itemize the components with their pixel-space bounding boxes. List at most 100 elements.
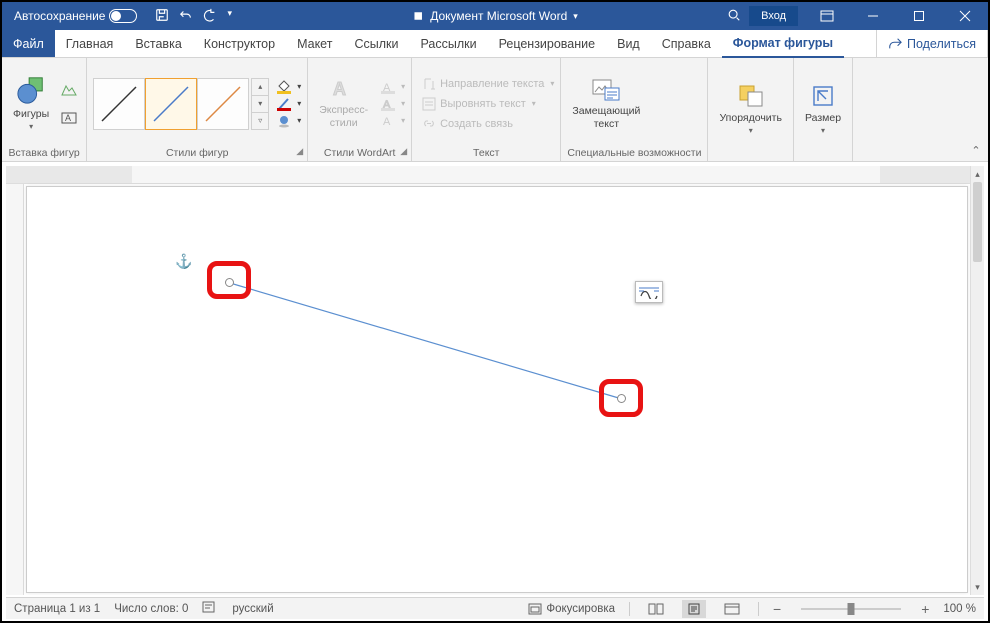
- chevron-down-icon: ▾: [749, 126, 753, 136]
- dialog-launcher-icon[interactable]: ◢: [400, 146, 407, 157]
- collapse-ribbon-icon[interactable]: ⌃: [964, 58, 988, 161]
- statusbar: Страница 1 из 1 Число слов: 0 русский Фо…: [6, 597, 984, 619]
- style-orange-line[interactable]: [197, 78, 249, 130]
- highlight-marker: [599, 379, 643, 417]
- shapes-icon: [16, 75, 46, 105]
- line-shape[interactable]: [222, 275, 632, 405]
- search-icon[interactable]: [727, 8, 741, 25]
- arrange-button[interactable]: Упорядочить ▾: [714, 81, 786, 137]
- close-icon[interactable]: [942, 2, 988, 30]
- ruler-vertical[interactable]: [6, 184, 24, 595]
- tab-view[interactable]: Вид: [606, 30, 651, 57]
- layout-options-button[interactable]: [635, 281, 663, 303]
- tab-file[interactable]: Файл: [2, 30, 55, 57]
- fill-icon: [277, 80, 291, 94]
- zoom-out-button[interactable]: −: [773, 601, 781, 617]
- dialog-launcher-icon[interactable]: ◢: [296, 146, 303, 157]
- page[interactable]: ⚓: [26, 186, 968, 593]
- autosave-label: Автосохранение: [14, 9, 105, 23]
- tab-help[interactable]: Справка: [651, 30, 722, 57]
- group-accessibility: Замещающий текст Специальные возможности: [561, 58, 708, 161]
- edit-shape-icon[interactable]: [58, 79, 80, 101]
- align-text-icon: [422, 97, 436, 111]
- scroll-down-icon[interactable]: ▾: [971, 579, 984, 595]
- qat-more-icon[interactable]: ▾: [227, 8, 232, 25]
- minimize-icon[interactable]: [850, 2, 896, 30]
- print-layout-icon[interactable]: [682, 600, 706, 618]
- group-label: Вставка фигур: [8, 145, 80, 159]
- group-label: Стили WordArt: [324, 147, 395, 159]
- style-blue-line[interactable]: [145, 78, 197, 130]
- create-link-button: Создать связь: [422, 117, 554, 131]
- outline-icon: [277, 97, 291, 111]
- word-doc-icon: [412, 10, 424, 22]
- tab-references[interactable]: Ссылки: [343, 30, 409, 57]
- gallery-scroll[interactable]: ▴▾▿: [251, 78, 269, 130]
- group-label: [800, 157, 846, 159]
- page-indicator[interactable]: Страница 1 из 1: [14, 603, 100, 615]
- maximize-icon[interactable]: [896, 2, 942, 30]
- tab-insert[interactable]: Вставка: [124, 30, 192, 57]
- tab-mailings[interactable]: Рассылки: [409, 30, 487, 57]
- redo-icon[interactable]: [203, 8, 217, 25]
- spellcheck-icon[interactable]: [202, 600, 218, 617]
- text-direction-icon: [422, 77, 436, 91]
- group-wordart: A Экспресс- стили A▾ A▾ A▾ Стили WordArt…: [308, 58, 412, 161]
- language-indicator[interactable]: русский: [232, 603, 273, 615]
- group-label: [714, 157, 786, 159]
- ribbon-display-icon[interactable]: [804, 2, 850, 30]
- tab-layout[interactable]: Макет: [286, 30, 343, 57]
- size-button[interactable]: Размер ▾: [800, 81, 846, 137]
- switch-off-icon: [109, 9, 137, 23]
- autosave-toggle[interactable]: Автосохранение: [14, 9, 137, 23]
- style-black-line[interactable]: [93, 78, 145, 130]
- ribbon-tabs: Файл Главная Вставка Конструктор Макет С…: [2, 30, 988, 58]
- tab-design[interactable]: Конструктор: [193, 30, 286, 57]
- zoom-in-button[interactable]: +: [921, 601, 929, 617]
- arrange-icon: [737, 83, 765, 109]
- group-size: Размер ▾: [794, 58, 853, 161]
- share-button[interactable]: Поделиться: [876, 30, 988, 57]
- group-insert-shapes: Фигуры ▾ A Вставка фигур: [2, 58, 87, 161]
- share-icon: [888, 37, 902, 51]
- shape-effects-button[interactable]: ▾: [277, 114, 301, 128]
- focus-mode-button[interactable]: Фокусировка: [528, 603, 615, 615]
- read-mode-icon[interactable]: [644, 600, 668, 618]
- save-icon[interactable]: [155, 8, 169, 25]
- zoom-level[interactable]: 100 %: [943, 603, 976, 615]
- link-icon: [422, 117, 436, 131]
- web-layout-icon[interactable]: [720, 600, 744, 618]
- ruler-horizontal[interactable]: [6, 166, 970, 184]
- zoom-slider[interactable]: [801, 608, 901, 610]
- undo-icon[interactable]: [179, 8, 193, 25]
- tab-review[interactable]: Рецензирование: [488, 30, 607, 57]
- shape-fill-button[interactable]: ▾: [277, 80, 301, 94]
- text-box-icon[interactable]: A: [58, 107, 80, 129]
- signin-button[interactable]: Вход: [749, 6, 798, 26]
- chevron-down-icon: ▾: [29, 122, 33, 132]
- word-count[interactable]: Число слов: 0: [114, 603, 188, 615]
- group-shape-styles: ▴▾▿ ▾ ▾ ▾ Стили фигур ◢: [87, 58, 308, 161]
- scroll-up-icon[interactable]: ▴: [971, 166, 984, 182]
- group-label: Стили фигур: [166, 147, 228, 159]
- size-icon: [810, 83, 836, 109]
- scrollbar-vertical[interactable]: ▴ ▾: [970, 166, 984, 595]
- group-arrange: Упорядочить ▾: [708, 58, 793, 161]
- text-outline-button: A▾: [381, 97, 405, 111]
- document-title[interactable]: Документ Microsoft Word ▾: [412, 9, 578, 23]
- scroll-thumb[interactable]: [973, 182, 982, 262]
- shapes-button[interactable]: Фигуры ▾: [8, 73, 54, 133]
- alt-text-button[interactable]: Замещающий текст: [567, 74, 645, 132]
- align-text-button: Выровнять текст▾: [422, 97, 554, 111]
- tab-shape-format[interactable]: Формат фигуры: [722, 30, 844, 58]
- effects-icon: [277, 114, 291, 128]
- shape-outline-button[interactable]: ▾: [277, 97, 301, 111]
- text-fill-button: A▾: [381, 80, 405, 94]
- quick-styles-button: A Экспресс- стили: [314, 75, 373, 131]
- group-label: Текст: [418, 145, 554, 159]
- ribbon: Фигуры ▾ A Вставка фигур ▴▾▿ ▾ ▾ ▾: [2, 58, 988, 162]
- tab-home[interactable]: Главная: [55, 30, 125, 57]
- shape-style-gallery[interactable]: ▴▾▿: [93, 78, 269, 130]
- svg-text:A: A: [333, 79, 346, 99]
- chevron-down-icon: ▾: [821, 126, 825, 136]
